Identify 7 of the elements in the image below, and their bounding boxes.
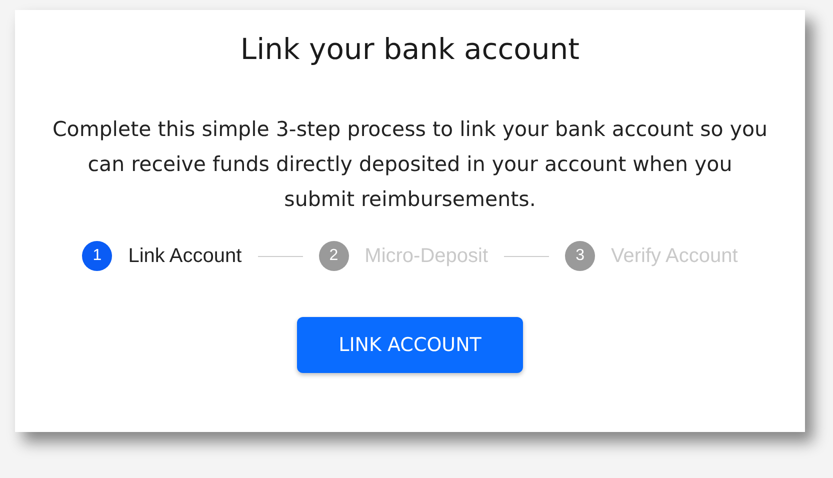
link-account-button[interactable]: LINK ACCOUNT	[297, 317, 523, 373]
step-number: 1	[82, 241, 112, 271]
description-text: Complete this simple 3-step process to link your bank account so you can receive funds directly deposited in your account when you submit reimbursements.	[51, 116, 769, 213]
step-number: 3	[565, 241, 596, 271]
dialog-title: Link your bank account	[240, 32, 580, 66]
step-number: 2	[318, 241, 349, 271]
step-label: Link Account	[128, 244, 242, 268]
